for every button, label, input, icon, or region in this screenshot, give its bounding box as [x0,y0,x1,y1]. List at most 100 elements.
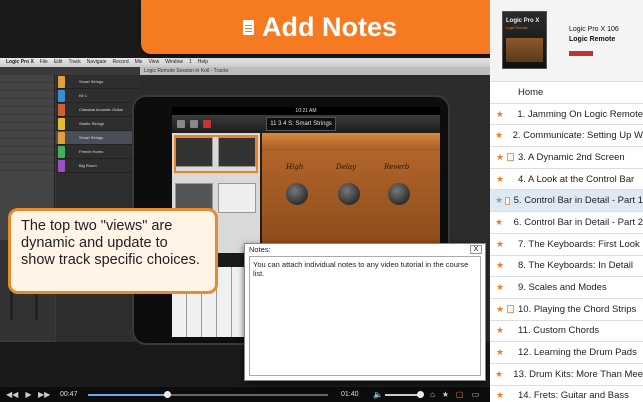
favorite-star-icon[interactable]: ★ [495,195,503,206]
cover-subtitle: Logic Remote [506,26,528,30]
lesson-item[interactable]: ★ 14. Frets: Guitar and Bass [490,386,643,402]
lesson-title: 4. A Look at the Control Bar [518,173,635,185]
note-indicator-icon [507,262,514,270]
document-icon [243,19,254,35]
lesson-item[interactable]: ★ 12. Learning the Drum Pads [490,342,643,364]
volume-icon[interactable]: 🔈 [373,390,383,399]
logic-track-row: Smart Strings [56,131,140,145]
favorite-star-icon[interactable]: ★ [495,217,503,228]
mac-menu-item: Edit [53,59,63,65]
course-cover: Logic Pro X Logic Remote [502,11,547,69]
notes-close-button[interactable]: X [470,245,482,254]
lesson-item[interactable]: ★ 11. Custom Chords [490,321,643,343]
lesson-title: 11. Custom Chords [518,325,600,337]
favorite-star-icon[interactable]: ★ [495,369,503,380]
skip-forward-icon[interactable]: ▶▶ [38,390,50,399]
mac-menu-item: Track [68,59,81,65]
lesson-item[interactable]: ★ 3. A Dynamic 2nd Screen [490,147,643,169]
lesson-item[interactable]: ★ 6. Control Bar in Detail - Part 2 [490,212,643,234]
add-notes-banner: Add Notes [141,0,499,54]
course-subtitle: Logic Remote [569,36,616,43]
lesson-item[interactable]: ★ 4. A Look at the Control Bar [490,169,643,191]
mac-menu-item: Logic Pro X [6,59,34,65]
note-indicator-icon [505,196,510,205]
lesson-title: 12. Learning the Drum Pads [518,347,637,359]
lesson-title: 5. Control Bar in Detail - Part 1 [513,195,643,207]
lesson-title: 6. Control Bar in Detail - Part 2 [513,216,643,228]
favorite-star-icon[interactable]: ★ [495,282,505,293]
progress-scrubber[interactable] [164,391,171,398]
knob-label-reverb: Reverb [384,163,410,171]
lesson-item[interactable]: ★ 10. Playing the Chord Strips [490,299,643,321]
lesson-item[interactable]: ★ 9. Scales and Modes [490,277,643,299]
logic-track-row: Big Room [56,159,140,173]
lesson-title: 7. The Keyboards: First Look [518,238,640,250]
course-sidebar: Logic Pro X Logic Remote Logic Pro X 106… [490,0,643,402]
lesson-item[interactable]: ★ 5. Control Bar in Detail - Part 1 [490,190,643,213]
lesson-item[interactable]: ★ 13. Drum Kits: More Than Mee [490,364,643,386]
lesson-title: 9. Scales and Modes [518,282,607,294]
skip-back-icon[interactable]: ◀◀ [6,390,18,399]
lesson-item[interactable]: ★ 7. The Keyboards: First Look [490,234,643,256]
mac-menu-item: View [148,59,160,65]
volume-slider[interactable] [385,394,420,396]
course-title: Logic Pro X 106 [569,26,619,33]
mac-menu-item: Navigate [86,59,107,65]
mac-menu-item: Mix [134,59,143,65]
lesson-item[interactable]: ★ 2. Communicate: Setting Up W [490,125,643,148]
logic-track-row: Kit 1 [56,89,140,103]
notes-panel: Notes: X You can attach individual notes… [244,243,486,381]
play-icon[interactable]: ▶ [24,390,33,399]
favorite-star-icon[interactable]: ★ [495,325,505,336]
views-highlight-box [174,135,258,173]
sidebar-item-home[interactable]: Home [490,82,643,104]
mac-menu-item: Record [112,59,129,65]
view-thumb-key-commands [218,183,256,213]
volume-knob[interactable] [417,391,424,398]
favorite-star-icon[interactable]: ★ [495,347,505,358]
favorite-star-icon[interactable]: ★ [495,130,503,141]
note-indicator-icon [507,392,514,400]
favorite-star-icon[interactable]: ★ [495,152,505,163]
lesson-item[interactable]: ★ 1. Jamming On Logic Remote [490,104,643,126]
favorite-star-icon[interactable]: ★ [495,174,505,185]
lesson-title: 3. A Dynamic 2nd Screen [518,151,625,163]
fullscreen-icon[interactable]: ▭ [471,390,480,399]
logic-track-name: French Horns [79,149,104,154]
note-indicator-icon [507,153,514,162]
mac-menu-item: File [39,59,48,65]
favorite-star-icon[interactable]: ★ [495,109,505,120]
favorite-star-icon[interactable]: ★ [495,260,505,271]
lesson-title: 14. Frets: Guitar and Bass [518,390,629,402]
mac-window-title: Logic Remote Session in Kotl - Tracks [140,67,490,75]
mac-menu-item: Help [197,59,209,65]
logic-track-row: Classical Acoustic Guitar [56,103,140,117]
note-indicator-icon [505,370,509,378]
progress-played[interactable] [88,394,168,396]
progress-remaining[interactable] [168,394,328,396]
favorite-star-icon[interactable]: ★ [495,390,505,401]
total-time: 01:40 [341,391,359,398]
lesson-list: ★ 1. Jamming On Logic Remote ★ 2. Communica… [490,104,643,402]
player-controls: ◀◀ ▶ ▶▶ 00:47 01:40 🔈 ⌂ ★ ▢ ▭ [0,387,490,402]
logic-track-name: Big Room [79,163,97,168]
favorite-star-icon[interactable]: ★ [495,239,505,250]
note-indicator-icon [507,110,514,118]
star-icon[interactable]: ★ [441,390,450,399]
lesson-title: 8. The Keyboards: In Detail [518,260,633,272]
home-icon[interactable]: ⌂ [428,390,437,399]
knob-delay [338,183,360,205]
note-indicator-icon [507,305,514,314]
lesson-title: 1. Jamming On Logic Remote [517,108,643,120]
favorite-star-icon[interactable]: ★ [495,304,505,315]
notes-icon[interactable]: ▢ [455,390,464,399]
elapsed-time: 00:47 [60,391,78,398]
knob-label-high: High [286,163,304,171]
banner-title: Add Notes [262,11,397,42]
ipad-status-bar: 10:21 AM [172,107,440,115]
note-indicator-icon [507,240,514,248]
note-indicator-icon [507,327,514,335]
lesson-item[interactable]: ★ 8. The Keyboards: In Detail [490,256,643,278]
notes-textarea[interactable]: You can attach individual notes to any v… [249,256,481,376]
logic-track-name: Smart Strings [79,135,104,140]
